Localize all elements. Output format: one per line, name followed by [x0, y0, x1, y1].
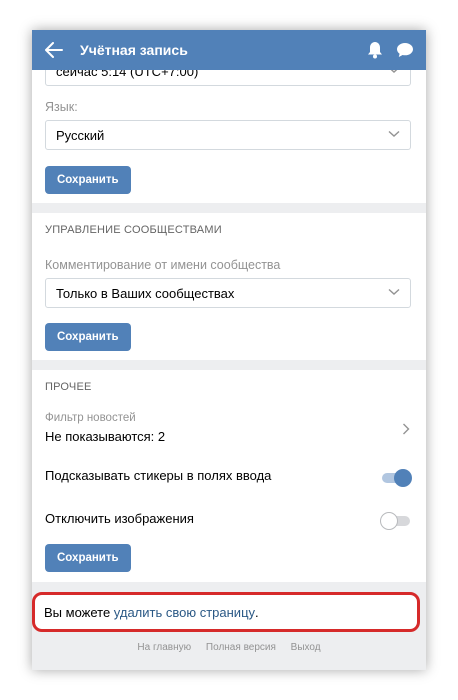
- section-title: УПРАВЛЕНИЕ СООБЩЕСТВАМИ: [45, 224, 222, 236]
- communities-card: УПРАВЛЕНИЕ СООБЩЕСТВАМИ Комментирование …: [32, 213, 426, 360]
- toggle-knob: [380, 512, 398, 530]
- app-header: Учётная запись: [32, 30, 426, 70]
- delete-page-text: Вы можете удалить свою страницу.: [44, 596, 259, 628]
- disable-images-row: Отключить изображения: [32, 503, 426, 533]
- toggle-knob: [394, 469, 412, 487]
- news-filter-row[interactable]: Фильтр новостей Не показываются: 2: [32, 406, 426, 450]
- footer-logout-link[interactable]: Выход: [291, 642, 321, 653]
- save-other-button[interactable]: Сохранить: [45, 544, 131, 572]
- sticker-hints-row: Подсказывать стикеры в полях ввода: [32, 460, 426, 490]
- delete-page-link[interactable]: удалить свою страницу: [114, 605, 255, 620]
- comment-as-community-select[interactable]: Только в Ваших сообществах: [45, 278, 411, 308]
- other-settings-card: ПРОЧЕЕ Фильтр новостей Не показываются: …: [32, 370, 426, 582]
- sticker-hints-label: Подсказывать стикеры в полях ввода: [45, 468, 272, 483]
- disable-images-label: Отключить изображения: [45, 511, 194, 526]
- comment-as-community-value: Только в Ваших сообществах: [56, 285, 235, 301]
- footer-full-version-link[interactable]: Полная версия: [206, 642, 276, 653]
- phone-screen: Учётная запись сейчас 5:14 (UTC+7:00) Яз…: [32, 30, 426, 670]
- messages-icon[interactable]: [390, 30, 420, 70]
- sticker-hints-toggle[interactable]: [382, 469, 412, 487]
- delete-page-suffix: .: [255, 604, 259, 620]
- save-language-button[interactable]: Сохранить: [45, 166, 131, 194]
- delete-page-prefix: Вы можете: [44, 604, 114, 620]
- news-filter-label: Фильтр новостей: [45, 412, 136, 424]
- chevron-down-icon: [388, 288, 400, 295]
- chevron-right-icon: [403, 423, 410, 435]
- disable-images-toggle[interactable]: [380, 512, 412, 530]
- language-value: Русский: [56, 127, 105, 143]
- back-arrow-icon[interactable]: [34, 30, 74, 70]
- section-title: ПРОЧЕЕ: [45, 381, 92, 393]
- footer-links: На главную Полная версия Выход: [32, 642, 426, 653]
- footer-home-link[interactable]: На главную: [137, 642, 191, 653]
- comment-as-community-label: Комментирование от имени сообщества: [45, 258, 281, 272]
- save-communities-button[interactable]: Сохранить: [45, 323, 131, 351]
- chevron-down-icon: [388, 130, 400, 137]
- bell-icon[interactable]: [360, 30, 390, 70]
- news-filter-value: Не показываются: 2: [45, 429, 166, 444]
- language-select[interactable]: Русский: [45, 120, 411, 150]
- page-title: Учётная запись: [80, 42, 188, 58]
- language-label: Язык:: [45, 100, 78, 114]
